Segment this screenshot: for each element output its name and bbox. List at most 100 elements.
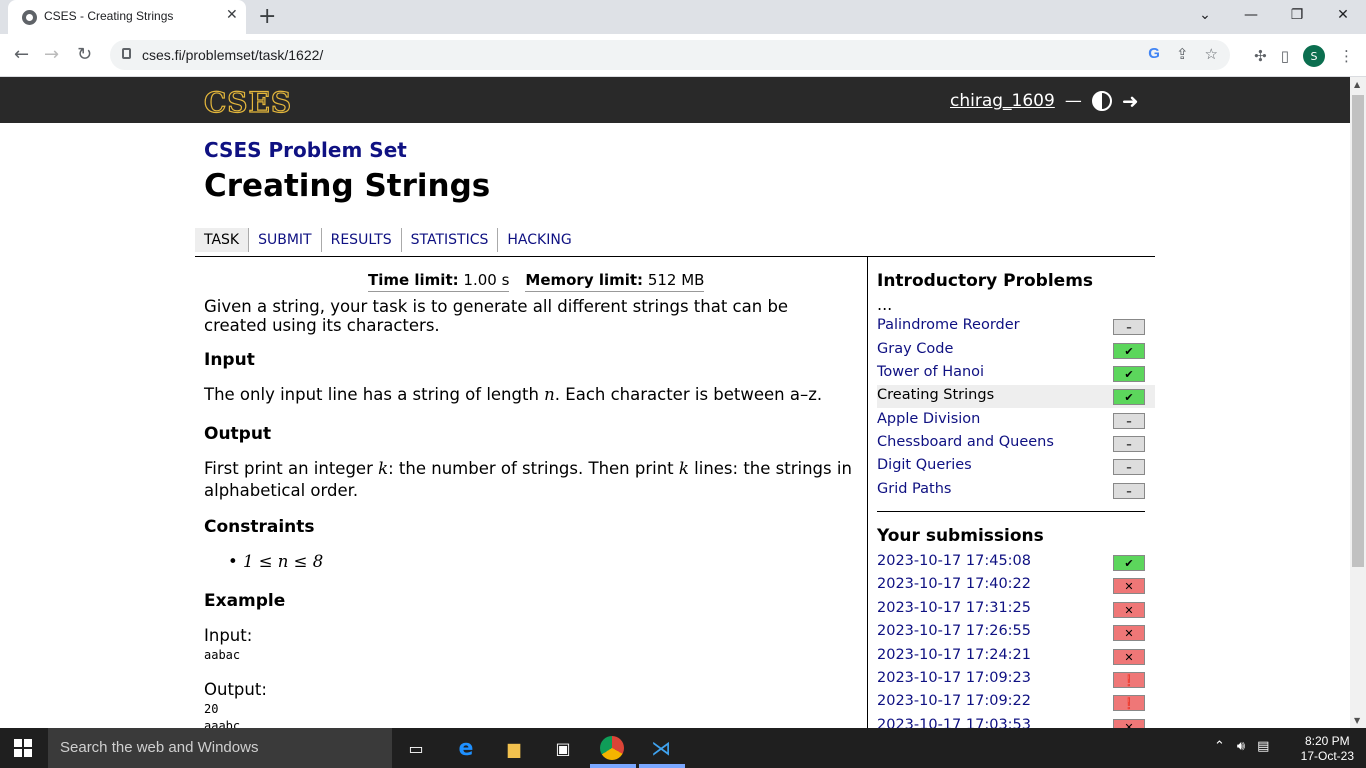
page-scrollbar[interactable]: ▲ ▼ (1350, 77, 1366, 728)
edge-icon[interactable]: e (454, 736, 478, 761)
sidebar-problem-chessboard-and-queens[interactable]: Chessboard and Queens – (877, 432, 1155, 455)
profile-avatar[interactable]: S (1303, 45, 1325, 67)
bookmark-star-icon[interactable]: ☆ (1205, 45, 1218, 63)
chrome-active-indicator (590, 764, 636, 768)
tab-submit[interactable]: SUBMIT (249, 228, 322, 252)
status-badge: – (1113, 459, 1145, 475)
example-output-line: 20 (204, 702, 219, 716)
submission-row[interactable]: 2023-10-17 17:03:53 ✕ (877, 715, 1155, 728)
close-tab-icon[interactable]: ✕ (226, 7, 238, 23)
status-badge: ✔ (1113, 555, 1145, 571)
column-divider (867, 256, 868, 728)
sidebar-problem-palindrome-reorder[interactable]: Palindrome Reorder – (877, 315, 1155, 338)
submission-row[interactable]: 2023-10-17 17:40:22 ✕ (877, 574, 1155, 597)
submissions-heading: Your submissions (877, 526, 1044, 546)
file-explorer-icon[interactable]: ▆ (502, 736, 526, 760)
window-controls: ⌄ — ❐ ✕ (1182, 0, 1366, 34)
browser-tab-strip: CSES - Creating Strings ✕ + ⌄ — ❐ ✕ (0, 0, 1366, 34)
browser-extension-icons: ✣ ▯ S ⋮ (1254, 45, 1354, 67)
status-badge: ✔ (1113, 366, 1145, 382)
output-heading: Output (204, 424, 272, 444)
sidebar-problem-digit-queries[interactable]: Digit Queries – (877, 455, 1155, 478)
sidebar-problem-creating-strings[interactable]: Creating Strings ✔ (877, 385, 1155, 408)
google-lens-icon[interactable]: G (1148, 45, 1160, 63)
submission-row[interactable]: 2023-10-17 17:09:23 ❗ (877, 668, 1155, 691)
sidebar-ellipsis: ... (877, 295, 893, 314)
url-text[interactable]: cses.fi/problemset/task/1622/ (142, 47, 323, 63)
tab-task[interactable]: TASK (195, 228, 250, 252)
new-tab-button[interactable]: + (258, 4, 276, 29)
constraint-item: • 1 ≤ n ≤ 8 (228, 552, 324, 571)
problemset-title[interactable]: CSES Problem Set (204, 138, 407, 162)
constraints-heading: Constraints (204, 517, 315, 537)
share-icon[interactable]: ⇪ (1176, 45, 1189, 63)
status-badge: ✔ (1113, 389, 1145, 405)
user-controls: chirag_1609 — ➜ (950, 89, 1139, 113)
submission-row[interactable]: 2023-10-17 17:09:22 ❗ (877, 691, 1155, 714)
status-badge: ❗ (1113, 672, 1145, 688)
clock-date: 17-Oct-23 (1300, 749, 1354, 763)
content-divider (195, 256, 1155, 257)
page-title: Creating Strings (204, 168, 491, 204)
status-badge: – (1113, 319, 1145, 335)
back-arrow-icon[interactable]: ← (14, 44, 29, 65)
minimize-button[interactable]: — (1228, 0, 1274, 30)
status-badge: ✕ (1113, 719, 1145, 728)
status-badge: – (1113, 436, 1145, 452)
sidebar-problem-gray-code[interactable]: Gray Code ✔ (877, 339, 1155, 362)
taskbar-search[interactable]: Search the web and Windows (48, 728, 392, 768)
tab-statistics[interactable]: STATISTICS (402, 228, 499, 252)
submission-row[interactable]: 2023-10-17 17:26:55 ✕ (877, 621, 1155, 644)
browser-toolbar: ← → ↻ cses.fi/problemset/task/1622/ G ⇪ … (0, 34, 1366, 77)
status-badge: ❗ (1113, 695, 1145, 711)
task-nav: TASK SUBMIT RESULTS STATISTICS HACKING (195, 228, 581, 252)
extensions-puzzle-icon[interactable]: ✣ (1254, 47, 1267, 65)
scroll-up-icon[interactable]: ▲ (1354, 80, 1360, 89)
cses-logo[interactable]: CSES (203, 85, 292, 119)
input-text: The only input line has a string of leng… (204, 385, 823, 404)
notifications-icon[interactable]: ▤ (1257, 739, 1269, 754)
submission-row[interactable]: 2023-10-17 17:45:08 ✔ (877, 551, 1155, 574)
scroll-down-icon[interactable]: ▼ (1354, 716, 1360, 725)
page-content: CSES Problem Set Creating Strings TASK S… (0, 123, 1350, 728)
dark-mode-toggle-icon[interactable] (1091, 91, 1112, 111)
vscode-icon[interactable]: ⋊ (649, 736, 673, 760)
example-output-label: Output: (204, 680, 267, 699)
clock-time: 8:20 PM (1304, 734, 1350, 748)
scrollbar-thumb[interactable] (1352, 95, 1364, 567)
status-badge: – (1113, 483, 1145, 499)
windows-start-icon[interactable] (14, 739, 32, 757)
side-panel-icon[interactable]: ▯ (1281, 47, 1289, 65)
taskbar-clock[interactable]: 8:20 PM 17-Oct-23 (1301, 734, 1354, 764)
globe-icon (22, 10, 37, 25)
username-link[interactable]: chirag_1609 (950, 91, 1055, 111)
logout-icon[interactable]: ➜ (1122, 89, 1139, 113)
taskbar-search-placeholder: Search the web and Windows (60, 739, 259, 756)
tray-chevron-icon[interactable]: ⌃ (1214, 739, 1225, 754)
store-icon[interactable]: ▣ (551, 736, 575, 760)
restore-button[interactable]: ❐ (1274, 0, 1320, 30)
reload-icon[interactable]: ↻ (77, 44, 92, 65)
sidebar-problem-grid-paths[interactable]: Grid Paths – (877, 479, 1155, 502)
submission-row[interactable]: 2023-10-17 17:31:25 ✕ (877, 598, 1155, 621)
chrome-icon[interactable] (600, 736, 624, 760)
task-view-icon[interactable]: ▭ (404, 736, 428, 760)
status-badge: ✕ (1113, 625, 1145, 641)
close-window-button[interactable]: ✕ (1320, 0, 1366, 30)
sidebar-heading: Introductory Problems (877, 271, 1094, 291)
address-bar[interactable]: cses.fi/problemset/task/1622/ G ⇪ ☆ (110, 40, 1230, 70)
tab-search-icon[interactable]: ⌄ (1182, 0, 1228, 30)
status-badge: ✕ (1113, 578, 1145, 594)
header-separator: — (1064, 91, 1082, 111)
sidebar-problem-tower-of-hanoi[interactable]: Tower of Hanoi ✔ (877, 362, 1155, 385)
sidebar-problem-apple-division[interactable]: Apple Division – (877, 409, 1155, 432)
sidebar-divider (877, 511, 1145, 512)
submission-row[interactable]: 2023-10-17 17:24:21 ✕ (877, 645, 1155, 668)
tab-hacking[interactable]: HACKING (498, 228, 580, 252)
forward-arrow-icon[interactable]: → (44, 44, 59, 65)
system-tray: ⌃ 🔊︎ ▤ (1214, 739, 1269, 754)
volume-icon[interactable]: 🔊︎ (1237, 739, 1245, 754)
tab-results[interactable]: RESULTS (322, 228, 402, 252)
menu-kebab-icon[interactable]: ⋮ (1339, 47, 1354, 65)
browser-tab[interactable]: CSES - Creating Strings ✕ (8, 0, 246, 34)
